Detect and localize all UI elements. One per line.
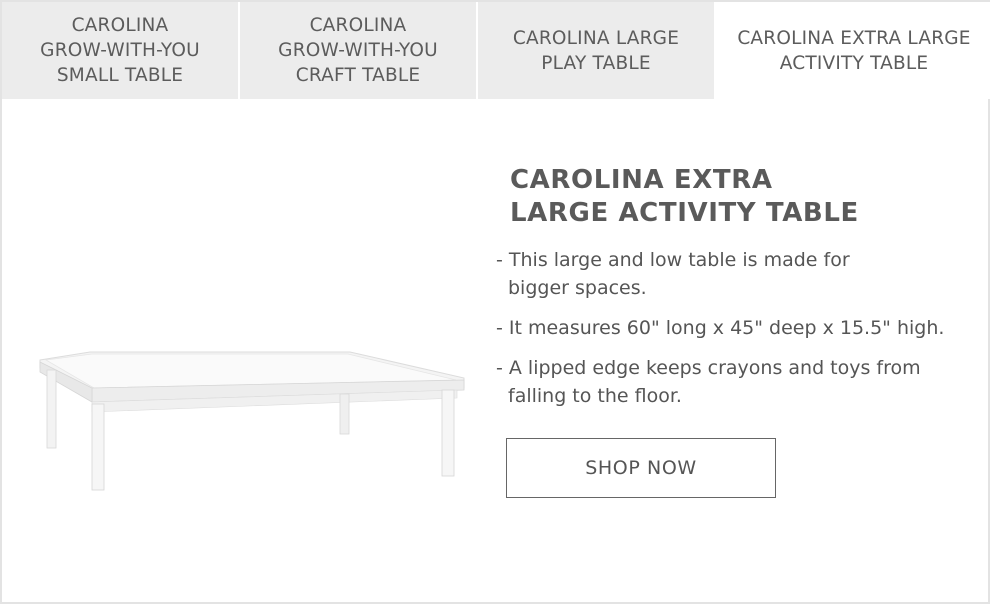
tab-craft-table[interactable]: CAROLINA GROW-WITH-YOU CRAFT TABLE	[240, 2, 478, 99]
tab-play-table[interactable]: CAROLINA LARGE PLAY TABLE	[478, 2, 716, 99]
tab-label: CAROLINA GROW-WITH-YOU SMALL TABLE	[40, 15, 200, 86]
tab-activity-table[interactable]: CAROLINA EXTRA LARGE ACTIVITY TABLE	[716, 2, 990, 99]
feature-item: - This large and low table is made for b…	[496, 249, 850, 299]
tab-label: CAROLINA LARGE PLAY TABLE	[512, 27, 680, 74]
feature-list: - This large and low table is made for b…	[494, 246, 974, 410]
feature-item: - It measures 60" long x 45" deep x 15.5…	[496, 317, 945, 339]
shop-now-button[interactable]: SHOP NOW	[506, 438, 776, 498]
tab-label: CAROLINA GROW-WITH-YOU CRAFT TABLE	[278, 15, 438, 86]
tab-small-table[interactable]: CAROLINA GROW-WITH-YOU SMALL TABLE	[2, 2, 240, 99]
product-tabs: CAROLINA GROW-WITH-YOU SMALL TABLE CAROL…	[2, 2, 990, 99]
tab-label: CAROLINA EXTRA LARGE ACTIVITY TABLE	[737, 27, 971, 74]
product-panel: CAROLINA GROW-WITH-YOU SMALL TABLE CAROL…	[0, 0, 990, 604]
product-details: CAROLINA EXTRA LARGE ACTIVITY TABLE - Th…	[494, 164, 974, 422]
feature-item: - A lipped edge keeps crayons and toys f…	[496, 357, 921, 407]
product-title: CAROLINA EXTRA LARGE ACTIVITY TABLE	[510, 165, 859, 228]
activity-table-image	[39, 351, 465, 491]
